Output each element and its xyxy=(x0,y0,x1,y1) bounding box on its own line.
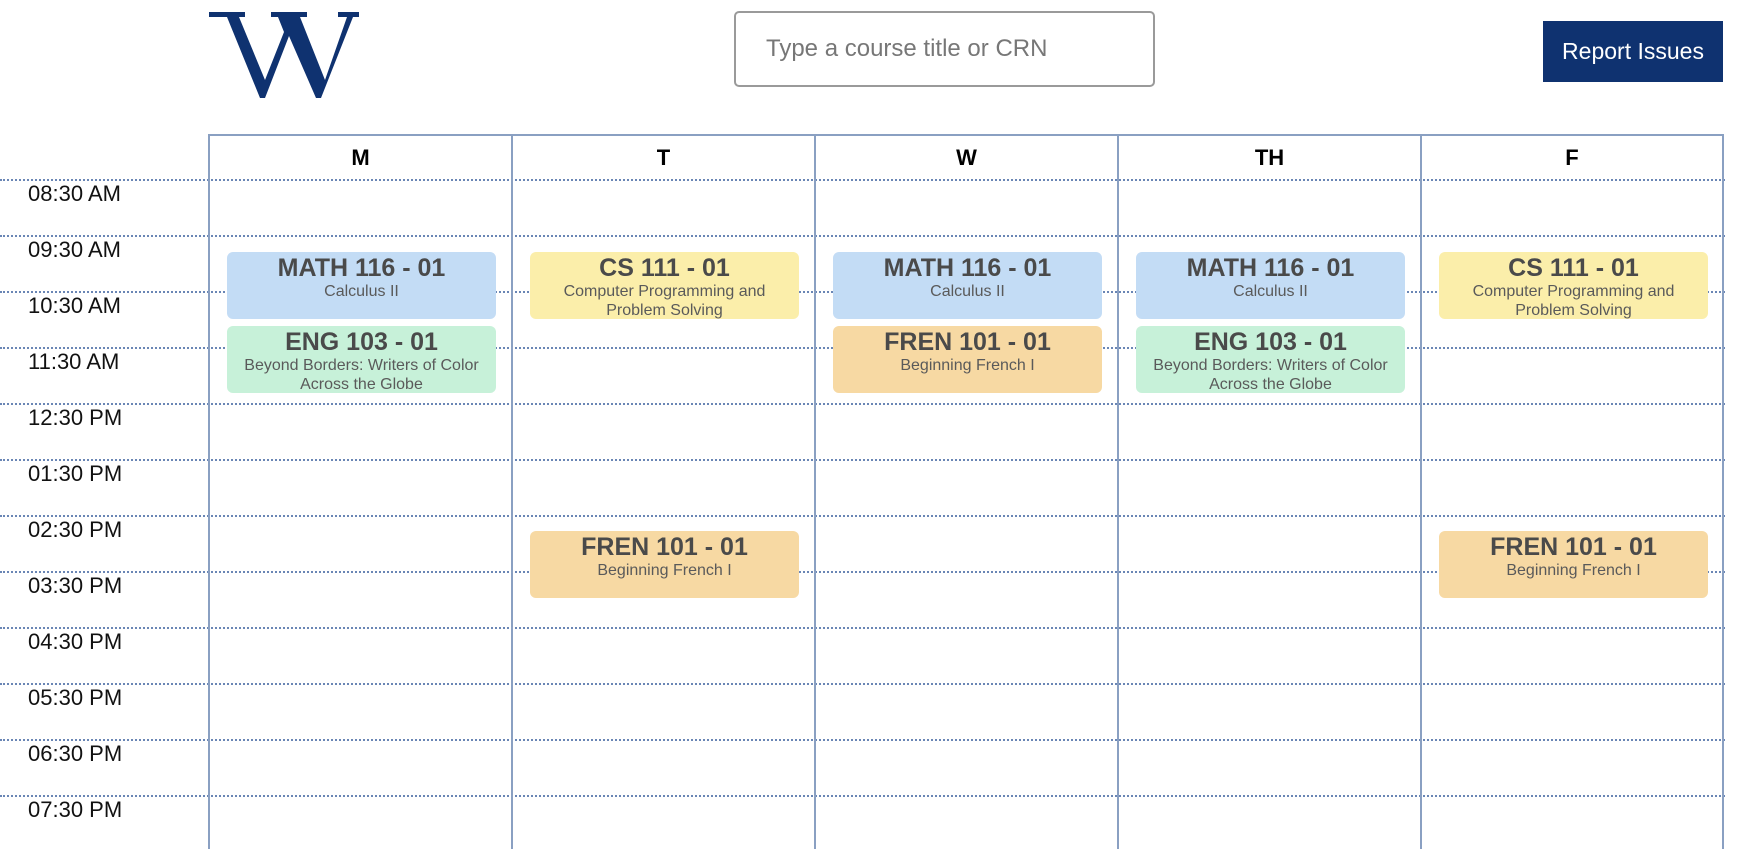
day-column-m: M MATH 116 - 01 Calculus II ENG 103 - 01 Bey… xyxy=(210,136,513,849)
day-header: TH xyxy=(1254,145,1285,170)
course-code: CS 111 - 01 xyxy=(1508,254,1639,282)
weekly-calendar: M MATH 116 - 01 Calculus II ENG 103 - 01 Bey… xyxy=(208,134,1724,849)
course-title: Beyond Borders: Writers of Color Across … xyxy=(244,357,479,393)
time-label: 01:30 PM xyxy=(28,461,123,486)
schedule-page: W Report Issues 08:30 AM 09:30 AM 10:30 AM… xyxy=(0,0,1764,849)
day-column-f: F CS 111 - 01 Computer Programming and Pro… xyxy=(1422,136,1722,849)
course-code: CS 111 - 01 xyxy=(599,254,730,282)
time-label: 05:30 PM xyxy=(28,685,123,710)
day-header: M xyxy=(351,145,370,170)
course-code: MATH 116 - 01 xyxy=(277,254,446,282)
time-label: 10:30 AM xyxy=(28,293,121,318)
day-header: F xyxy=(1565,145,1579,170)
course-event[interactable]: CS 111 - 01 Computer Programming and Prob… xyxy=(530,252,799,319)
time-label: 08:30 AM xyxy=(28,181,121,206)
course-code: MATH 116 - 01 xyxy=(1186,254,1355,282)
time-label: 11:30 AM xyxy=(28,349,120,374)
day-column-w: W MATH 116 - 01 Calculus II FREN 101 - 01 Be… xyxy=(816,136,1119,849)
time-label: 03:30 PM xyxy=(28,573,123,598)
time-label: 09:30 AM xyxy=(28,237,121,262)
course-event[interactable]: FREN 101 - 01 Beginning French I xyxy=(1439,531,1708,598)
course-title: Calculus II xyxy=(930,283,1005,300)
course-title: Beginning French I xyxy=(1506,562,1641,579)
course-code: FREN 101 - 01 xyxy=(581,533,748,561)
time-axis: 08:30 AM 09:30 AM 10:30 AM 11:30 AM 12:30 PM… xyxy=(0,0,208,849)
course-event[interactable]: ENG 103 - 01 Beyond Borders: Writers of C… xyxy=(1136,326,1405,393)
course-code: FREN 101 - 01 xyxy=(884,328,1051,356)
course-event[interactable]: MATH 116 - 01 Calculus II xyxy=(833,252,1102,319)
course-event[interactable]: FREN 101 - 01 Beginning French I xyxy=(833,326,1102,393)
course-event[interactable]: MATH 116 - 01 Calculus II xyxy=(227,252,496,319)
report-issues-button[interactable]: Report Issues xyxy=(1543,21,1723,82)
course-search-input[interactable] xyxy=(734,11,1155,87)
course-title: Calculus II xyxy=(1233,283,1308,300)
course-code: MATH 116 - 01 xyxy=(883,254,1052,282)
course-title: Beginning French I xyxy=(900,357,1035,374)
course-title: Calculus II xyxy=(324,283,399,300)
course-event[interactable]: FREN 101 - 01 Beginning French I xyxy=(530,531,799,598)
time-label: 07:30 PM xyxy=(28,797,123,822)
day-column-th: TH MATH 116 - 01 Calculus II ENG 103 - 01 Be… xyxy=(1119,136,1422,849)
course-event[interactable]: CS 111 - 01 Computer Programming and Prob… xyxy=(1439,252,1708,319)
course-title: Beginning French I xyxy=(597,562,732,579)
time-label: 12:30 PM xyxy=(28,405,123,430)
course-code: ENG 103 - 01 xyxy=(1194,328,1347,356)
time-label: 02:30 PM xyxy=(28,517,123,542)
day-header: W xyxy=(956,145,977,170)
course-event[interactable]: ENG 103 - 01 Beyond Borders: Writers of C… xyxy=(227,326,496,393)
course-event[interactable]: MATH 116 - 01 Calculus II xyxy=(1136,252,1405,319)
course-title: Beyond Borders: Writers of Color Across … xyxy=(1153,357,1388,393)
day-header: T xyxy=(656,145,671,170)
day-column-t: T CS 111 - 01 Computer Programming and Pro… xyxy=(513,136,816,849)
course-title: Computer Programming and Problem Solving xyxy=(563,283,766,319)
college-logo[interactable]: W xyxy=(207,8,361,100)
course-code: ENG 103 - 01 xyxy=(285,328,438,356)
time-label: 04:30 PM xyxy=(28,629,123,654)
course-title: Computer Programming and Problem Solving xyxy=(1472,283,1675,319)
course-code: FREN 101 - 01 xyxy=(1490,533,1657,561)
time-label: 06:30 PM xyxy=(28,741,123,766)
